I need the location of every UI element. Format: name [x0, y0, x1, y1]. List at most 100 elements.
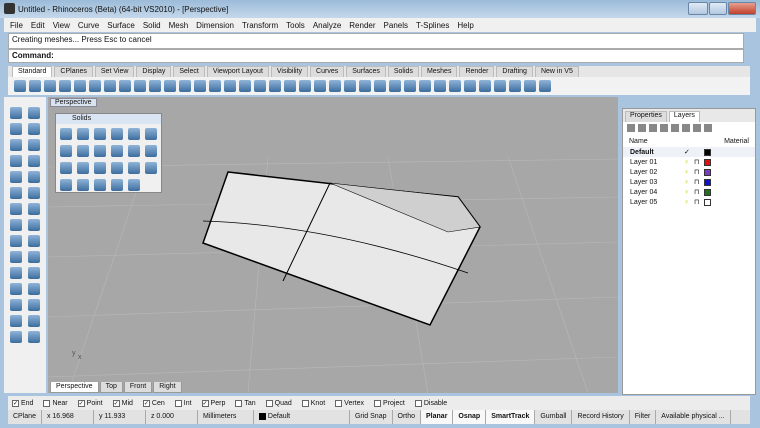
left-tool-icon[interactable]	[28, 187, 40, 199]
layer-name[interactable]: Layer 01	[630, 159, 684, 166]
layer-name[interactable]: Layer 05	[630, 199, 684, 206]
new-layer-icon[interactable]	[627, 124, 635, 132]
viewport-label[interactable]: Perspective	[50, 98, 97, 107]
osnap-mid[interactable]: ✓ Mid	[112, 399, 133, 407]
osnap-vertex[interactable]: Vertex	[335, 399, 364, 407]
layer-row[interactable]: Layer 04 ♀ ⊓	[623, 187, 755, 197]
lock-icon[interactable]: ⊓	[694, 198, 704, 206]
lock-icon[interactable]: ⊓	[694, 178, 704, 186]
toolbar-tool-icon[interactable]	[59, 80, 71, 92]
viewport-tab-top[interactable]: Top	[99, 382, 123, 393]
viewport-tab-right[interactable]: Right	[153, 382, 182, 393]
left-tool-icon[interactable]	[10, 251, 22, 263]
checkbox[interactable]: ✓	[77, 399, 85, 407]
tab-standard[interactable]: Standard	[12, 66, 53, 77]
osnap-quad[interactable]: Quad	[265, 399, 292, 407]
left-tool-icon[interactable]	[10, 219, 22, 231]
menu-curve[interactable]: Curve	[78, 21, 99, 30]
lightbulb-icon[interactable]: ♀	[684, 199, 694, 206]
minimize-button[interactable]	[688, 2, 708, 15]
left-tool-icon[interactable]	[28, 267, 40, 279]
layer-color-swatch[interactable]	[704, 188, 711, 196]
toolbar-tool-icon[interactable]	[29, 80, 41, 92]
tab-display[interactable]: Display	[136, 66, 172, 77]
tab-curves[interactable]: Curves	[310, 66, 345, 77]
tab-select[interactable]: Select	[173, 66, 205, 77]
tab-viewport-layout[interactable]: Viewport Layout	[206, 66, 269, 77]
lock-icon[interactable]: ⊓	[694, 168, 704, 176]
copy-icon[interactable]	[638, 124, 646, 132]
solid-tool-icon[interactable]	[94, 128, 106, 140]
left-tool-icon[interactable]	[28, 219, 40, 231]
solid-tool-icon[interactable]	[128, 179, 140, 191]
layer-row[interactable]: Default ✓	[623, 147, 755, 157]
toolbar-tool-icon[interactable]	[419, 80, 431, 92]
tab-properties[interactable]: Properties	[625, 111, 667, 122]
osnap-tan[interactable]: Tan	[235, 399, 256, 407]
left-tool-icon[interactable]	[10, 267, 22, 279]
left-tool-icon[interactable]	[10, 203, 22, 215]
left-tool-icon[interactable]	[28, 251, 40, 263]
osnap-point[interactable]: ✓ Point	[77, 399, 103, 407]
smarttrack-toggle[interactable]: SmartTrack	[486, 410, 536, 424]
current-layer[interactable]: Default	[254, 410, 350, 424]
left-tool-icon[interactable]	[10, 299, 22, 311]
layer-row[interactable]: Layer 02 ♀ ⊓	[623, 167, 755, 177]
left-tool-icon[interactable]	[10, 155, 22, 167]
left-tool-icon[interactable]	[28, 235, 40, 247]
layer-row[interactable]: Layer 05 ♀ ⊓	[623, 197, 755, 207]
solid-tool-icon[interactable]	[94, 145, 106, 157]
left-tool-icon[interactable]	[10, 171, 22, 183]
toolbar-tool-icon[interactable]	[254, 80, 266, 92]
lock-icon[interactable]: ⊓	[694, 188, 704, 196]
checkbox[interactable]	[335, 399, 343, 407]
solid-tool-icon[interactable]	[128, 162, 140, 174]
left-tool-icon[interactable]	[28, 315, 40, 327]
checkbox[interactable]	[43, 399, 51, 407]
left-tool-icon[interactable]	[28, 107, 40, 119]
tab-surfaces[interactable]: Surfaces	[346, 66, 386, 77]
tab-set-view[interactable]: Set View	[94, 66, 135, 77]
menu-surface[interactable]: Surface	[107, 21, 135, 30]
toolbar-tool-icon[interactable]	[239, 80, 251, 92]
menu-transform[interactable]: Transform	[242, 21, 278, 30]
menu-view[interactable]: View	[53, 21, 70, 30]
lightbulb-icon[interactable]: ♀	[684, 169, 694, 176]
solid-tool-icon[interactable]	[111, 128, 123, 140]
solid-tool-icon[interactable]	[128, 128, 140, 140]
lightbulb-icon[interactable]: ♀	[684, 179, 694, 186]
tools-icon[interactable]	[693, 124, 701, 132]
menu-file[interactable]: File	[10, 21, 23, 30]
viewport-tab-perspective[interactable]: Perspective	[50, 382, 99, 393]
record-history-toggle[interactable]: Record History	[572, 410, 630, 424]
left-tool-icon[interactable]	[28, 299, 40, 311]
toolbar-tool-icon[interactable]	[119, 80, 131, 92]
solid-tool-icon[interactable]	[77, 128, 89, 140]
solid-tool-icon[interactable]	[128, 145, 140, 157]
left-tool-icon[interactable]	[10, 107, 22, 119]
menu-tools[interactable]: Tools	[286, 21, 305, 30]
checkbox[interactable]	[235, 399, 243, 407]
layer-row[interactable]: Layer 03 ♀ ⊓	[623, 177, 755, 187]
toolbar-tool-icon[interactable]	[389, 80, 401, 92]
toolbar-tool-icon[interactable]	[104, 80, 116, 92]
checkbox[interactable]: ✓	[142, 399, 150, 407]
ortho-toggle[interactable]: Ortho	[393, 410, 422, 424]
checkbox[interactable]	[265, 399, 273, 407]
tab-visibility[interactable]: Visibility	[270, 66, 309, 77]
toolbar-tool-icon[interactable]	[509, 80, 521, 92]
solid-tool-icon[interactable]	[94, 162, 106, 174]
left-tool-icon[interactable]	[10, 283, 22, 295]
left-tool-icon[interactable]	[28, 123, 40, 135]
osnap-toggle[interactable]: Osnap	[453, 410, 487, 424]
solid-tool-icon[interactable]	[145, 145, 157, 157]
checkbox[interactable]	[174, 399, 182, 407]
osnap-near[interactable]: Near	[43, 399, 68, 407]
lightbulb-icon[interactable]: ♀	[684, 189, 694, 196]
toolbar-tool-icon[interactable]	[449, 80, 461, 92]
menu-solid[interactable]: Solid	[143, 21, 161, 30]
left-tool-icon[interactable]	[10, 123, 22, 135]
toolbar-tool-icon[interactable]	[329, 80, 341, 92]
osnap-disable[interactable]: Disable	[414, 399, 447, 407]
layer-name[interactable]: Layer 03	[630, 179, 684, 186]
